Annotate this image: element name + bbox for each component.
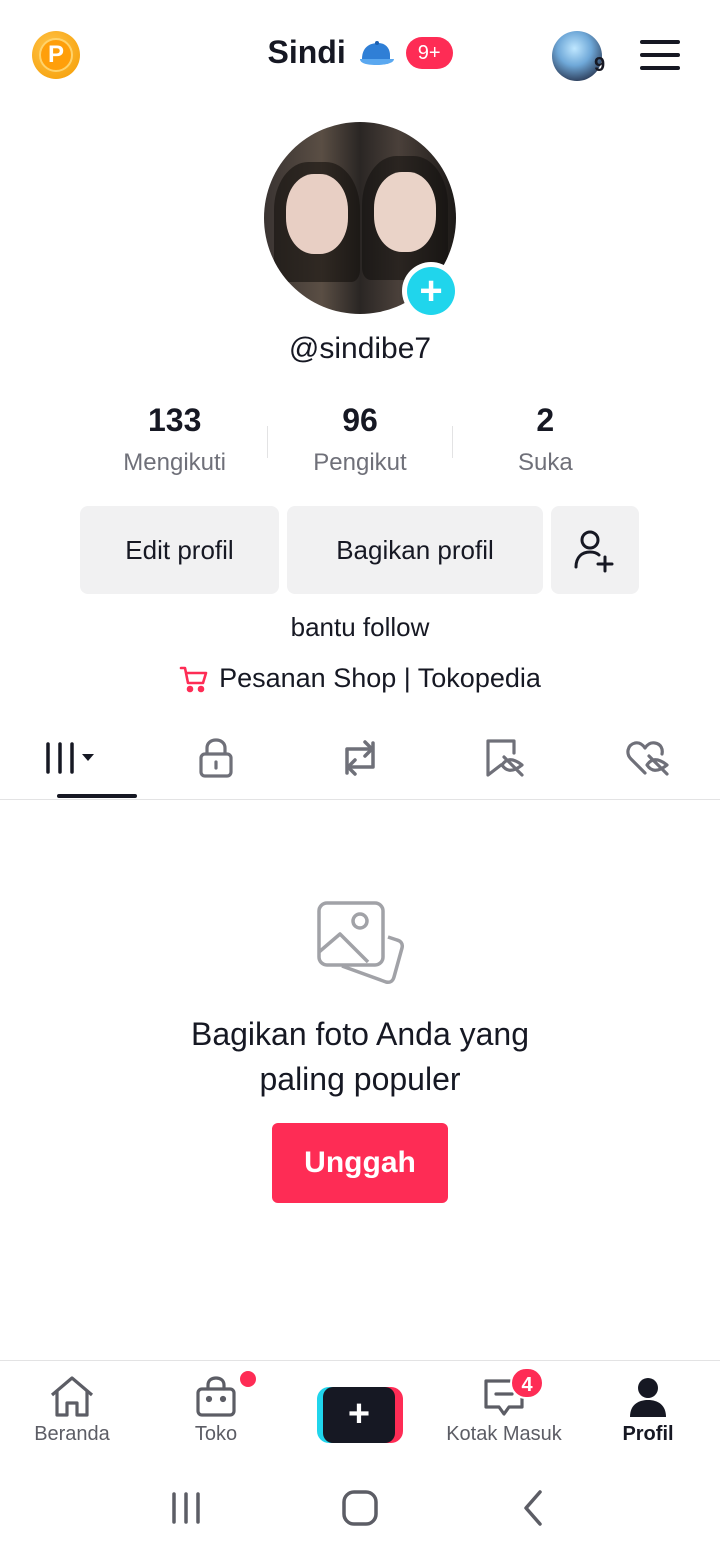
nav-home[interactable]: Beranda (0, 1361, 144, 1456)
nav-shop-label: Toko (194, 1423, 238, 1445)
heart-hidden-icon (626, 741, 669, 776)
back-icon[interactable] (516, 1488, 552, 1528)
empty-state-message: Bagikan foto Anda yang paling populer (0, 1012, 720, 1102)
profile-bio: bantu follow (290, 612, 430, 642)
shop-orders-label: Pesanan Shop | Tokopedia (219, 663, 541, 693)
stat-following[interactable]: 133 Mengikuti (82, 402, 267, 477)
recent-apps-icon[interactable] (168, 1490, 204, 1526)
story-count: 9 (594, 54, 606, 76)
nav-profile[interactable]: Profil (576, 1361, 720, 1456)
home-button-icon[interactable] (340, 1488, 380, 1528)
home-icon (50, 1376, 94, 1417)
photos-icon (317, 901, 404, 984)
username: @sindibe7 (288, 332, 432, 365)
tab-favorites[interactable] (432, 718, 576, 798)
stat-divider (267, 426, 269, 458)
lock-icon (199, 738, 233, 778)
tab-private[interactable] (144, 718, 288, 798)
stat-followers[interactable]: 96 Pengikut (267, 402, 453, 477)
stat-value: 96 (342, 402, 378, 438)
stat-label: Pengikut (313, 449, 407, 476)
bottom-navigation: Beranda Toko + 4 Kotak Masuk Profil (0, 1360, 720, 1456)
shop-orders-link[interactable]: Pesanan Shop | Tokopedia (0, 663, 720, 694)
nav-shop[interactable]: Toko (144, 1361, 288, 1456)
account-name: Sindi (267, 34, 346, 70)
add-friend-button[interactable] (551, 506, 639, 594)
profile-stats: 133 Mengikuti 96 Pengikut 2 Suka (82, 402, 638, 477)
create-button[interactable]: + (317, 1387, 403, 1443)
cart-icon (179, 666, 208, 692)
nav-inbox[interactable]: 4 Kotak Masuk (432, 1361, 576, 1456)
stat-label: Mengikuti (123, 449, 227, 476)
stat-likes[interactable]: 2 Suka (453, 402, 638, 477)
account-switcher[interactable]: Sindi 9+ (0, 34, 720, 71)
tab-reposts[interactable] (288, 718, 432, 798)
share-profile-button[interactable]: Bagikan profil (287, 506, 543, 594)
profile-actions: Edit profil Bagikan profil (80, 506, 639, 594)
repost-icon (345, 740, 375, 776)
nav-create[interactable]: + (288, 1361, 432, 1456)
edit-profile-button[interactable]: Edit profil (80, 506, 279, 594)
add-person-icon (574, 530, 614, 573)
nav-home-label: Beranda (34, 1423, 110, 1445)
bookmark-hidden-icon (486, 739, 524, 777)
top-bar: P Sindi 9+ 9 (0, 0, 720, 110)
notification-badge: 9+ (405, 36, 453, 69)
tab-liked[interactable] (576, 718, 720, 798)
nav-inbox-label: Kotak Masuk (446, 1423, 562, 1445)
stat-value: 133 (147, 402, 202, 438)
profile-icon (630, 1378, 666, 1417)
plus-icon: + (323, 1387, 395, 1443)
grid-icon (46, 742, 94, 774)
tab-videos[interactable] (0, 718, 144, 798)
empty-state-line2: paling populer (259, 1061, 461, 1097)
content-tabs (0, 718, 720, 800)
menu-icon[interactable] (640, 40, 680, 70)
upload-button[interactable]: Unggah (272, 1123, 448, 1203)
shop-notification-dot (240, 1371, 256, 1387)
plus-icon: + (407, 267, 455, 315)
active-tab-indicator (57, 794, 137, 798)
shop-bag-icon (196, 1376, 236, 1417)
cap-emoji-icon (359, 40, 394, 65)
stat-value: 2 (536, 402, 555, 438)
system-navigation (0, 1460, 720, 1555)
inbox-badge: 4 (510, 1367, 544, 1399)
empty-state-line1: Bagikan foto Anda yang (190, 1016, 530, 1052)
stat-label: Suka (517, 449, 573, 476)
add-avatar-button[interactable]: + (402, 262, 460, 320)
nav-profile-label: Profil (622, 1423, 674, 1445)
